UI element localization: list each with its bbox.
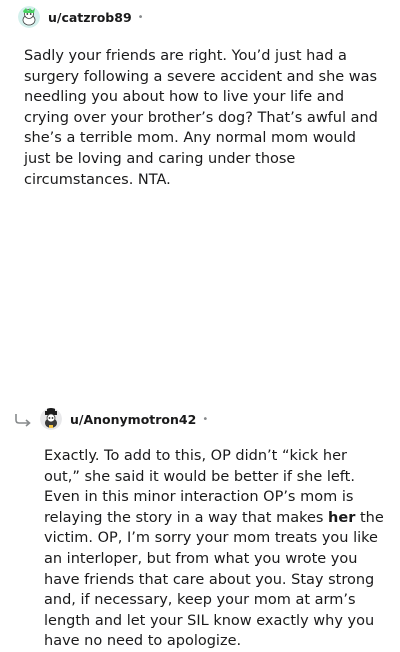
comment-body-text: the victim. OP, I’m sorry your mom treat… [44, 509, 384, 650]
comment-header: u/Anonymotron42 • [14, 407, 208, 431]
snoo-avatar-icon[interactable] [18, 6, 40, 28]
comment-header: u/catzrob89 • [18, 5, 144, 29]
snoo-avatar-icon[interactable] [40, 408, 62, 430]
reply-arrow-icon [14, 412, 32, 427]
username-link[interactable]: u/catzrob89 [48, 10, 132, 25]
username-link[interactable]: u/Anonymotron42 [70, 412, 196, 427]
comment-body: Exactly. To add to this, OP didn’t “kick… [44, 446, 384, 652]
comment-body-text: Exactly. To add to this, OP didn’t “kick… [44, 448, 355, 526]
comment-body-bold: her [328, 509, 356, 526]
separator-dot: • [202, 413, 209, 425]
separator-dot: • [137, 11, 144, 23]
comment-body: Sadly your friends are right. You’d just… [24, 48, 378, 188]
